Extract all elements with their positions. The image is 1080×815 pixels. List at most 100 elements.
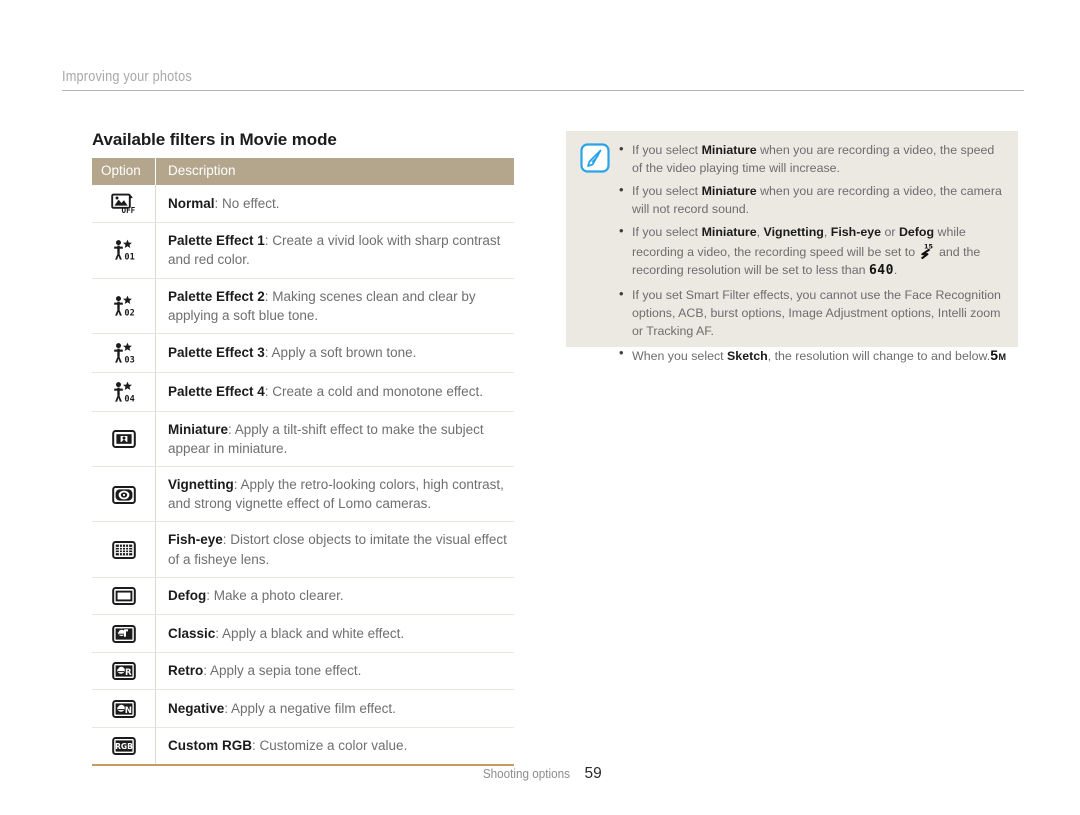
option-icon-cell <box>92 466 156 523</box>
option-name: Vignetting <box>168 477 234 493</box>
svg-text:02: 02 <box>124 308 134 317</box>
filter-off-icon: OFF <box>110 193 137 214</box>
table-header-row: Option Description <box>92 158 514 186</box>
option-description-cell: Palette Effect 1: Create a vivid look wi… <box>155 222 514 279</box>
note-box: If you select Miniature when you are rec… <box>566 131 1018 363</box>
option-icon-cell: 02 <box>92 278 156 334</box>
option-name: Normal <box>168 196 215 212</box>
filters-table: Option Description OFF Normal: No effect.… <box>92 158 514 766</box>
option-icon-cell <box>92 411 156 468</box>
option-description-text: : Apply a sepia tone effect. <box>203 663 362 679</box>
palette-effect-4-icon: 04 <box>112 381 136 403</box>
option-name: Retro <box>168 663 204 679</box>
note-text: , <box>756 225 764 240</box>
option-description-cell: Normal: No effect. <box>155 185 514 224</box>
table-row: 01 Palette Effect 1: Create a vivid look … <box>92 222 514 279</box>
svg-text:03: 03 <box>124 355 134 364</box>
option-icon-cell <box>92 521 156 578</box>
table-row: Miniature: Apply a tilt-shift effect to … <box>92 411 514 468</box>
fps-15-icon: 15 <box>919 242 936 259</box>
table-row: R Retro: Apply a sepia tone effect. <box>92 652 514 691</box>
negative-icon: N <box>111 699 136 718</box>
option-icon-cell: 04 <box>92 372 156 412</box>
option-description-cell: Defog: Make a photo clearer. <box>155 577 514 616</box>
note-text: If you select <box>632 184 702 199</box>
note-text: If you set Smart Filter effects, you can… <box>632 287 1001 338</box>
svg-text:04: 04 <box>124 394 134 403</box>
svg-text:RGB: RGB <box>115 742 133 751</box>
option-description-cell: Vignetting: Apply the retro-looking colo… <box>155 466 514 523</box>
note-text: If you select <box>632 143 702 157</box>
option-description-text: : Apply a negative film effect. <box>224 700 396 716</box>
palette-effect-1-icon: 01 <box>112 239 136 261</box>
note-list: If you select Miniature when you are rec… <box>618 140 1008 370</box>
table-row: RGB Custom RGB: Customize a color value. <box>92 727 514 766</box>
option-description-cell: Palette Effect 2: Making scenes clean an… <box>155 278 514 334</box>
resolution-badge: 5 <box>990 346 999 363</box>
option-description-cell: Miniature: Apply a tilt-shift effect to … <box>155 411 514 468</box>
option-name: Classic <box>168 625 216 641</box>
table-row: 03 Palette Effect 3: Apply a soft brown t… <box>92 333 514 373</box>
svg-text:OFF: OFF <box>121 206 135 214</box>
vignetting-icon <box>111 485 136 504</box>
option-description-cell: Fish-eye: Distort close objects to imita… <box>155 521 514 578</box>
option-icon-cell: R <box>92 652 156 691</box>
column-header-description: Description <box>155 158 514 186</box>
option-icon-cell <box>92 577 156 616</box>
note-text: , <box>823 225 831 240</box>
option-name: Miniature <box>168 421 229 437</box>
column-header-option: Option <box>92 158 156 186</box>
note-text: . <box>893 262 898 277</box>
page-footer: Shooting options 59 <box>0 765 1080 783</box>
option-name: Palette Effect 4 <box>168 384 265 400</box>
option-icon-cell: N <box>92 689 156 728</box>
custom-rgb-icon: RGB <box>111 736 136 755</box>
table-row: N Negative: Apply a negative film effect. <box>92 689 514 728</box>
table-row: OFF Normal: No effect. <box>92 185 514 224</box>
running-head-rule <box>62 90 1024 91</box>
resolution-badge: 640 <box>868 262 894 278</box>
note-item: If you set Smart Filter effects, you can… <box>618 285 1008 340</box>
table-row: 04 Palette Effect 4: Create a cold and mo… <box>92 372 514 412</box>
table-body: OFF Normal: No effect. 01 Palette Effect 1:… <box>92 185 514 766</box>
option-description-text: : Make a photo clearer. <box>206 588 344 604</box>
note-pencil-icon <box>580 143 610 173</box>
option-icon-cell: 01 <box>92 222 156 279</box>
option-description-cell: Palette Effect 4: Create a cold and mono… <box>155 372 514 412</box>
note-text: If you select <box>632 225 702 240</box>
note-emphasis: Fish-eye <box>830 225 882 240</box>
note-item: If you select Miniature when you are rec… <box>618 181 1008 218</box>
resolution-badge-unit: M <box>998 351 1007 362</box>
note-text: and below. <box>930 348 991 363</box>
note-item: If you select Miniature, Vignetting, Fis… <box>618 222 1008 280</box>
option-description-cell: Custom RGB: Customize a color value. <box>155 727 514 766</box>
option-description-cell: Retro: Apply a sepia tone effect. <box>155 652 514 691</box>
option-description-cell: Classic: Apply a black and white effect. <box>155 614 514 653</box>
option-icon-cell <box>92 614 156 653</box>
svg-text:R: R <box>125 668 132 678</box>
option-description-text: : Apply a black and white effect. <box>215 625 405 641</box>
note-item: When you select Sketch, the resolution w… <box>618 344 1008 365</box>
note-emphasis: Miniature <box>701 225 757 240</box>
svg-text:N: N <box>124 706 131 716</box>
table-row: Fish-eye: Distort close objects to imita… <box>92 521 514 578</box>
option-icon-cell: 03 <box>92 333 156 373</box>
option-icon-cell: RGB <box>92 727 156 766</box>
page-title: Available filters in Movie mode <box>92 130 337 149</box>
option-description-text: : Apply a soft brown tone. <box>264 345 417 361</box>
note-emphasis: Miniature <box>701 184 757 199</box>
table-row: Defog: Make a photo clearer. <box>92 577 514 616</box>
option-name: Palette Effect 2 <box>168 288 265 304</box>
footer-label: Shooting options <box>483 766 571 781</box>
option-name: Custom RGB <box>168 738 252 754</box>
table-row: Classic: Apply a black and white effect. <box>92 614 514 653</box>
palette-effect-3-icon: 03 <box>112 342 136 364</box>
option-description-cell: Palette Effect 3: Apply a soft brown ton… <box>155 333 514 373</box>
note-text: , the resolution will change to <box>767 348 931 363</box>
fish-eye-icon <box>111 540 136 559</box>
retro-icon: R <box>111 662 136 681</box>
table-row: Vignetting: Apply the retro-looking colo… <box>92 466 514 523</box>
option-icon-cell: OFF <box>92 185 156 224</box>
option-description-text: : No effect. <box>214 196 280 212</box>
option-name: Palette Effect 1 <box>168 233 265 249</box>
